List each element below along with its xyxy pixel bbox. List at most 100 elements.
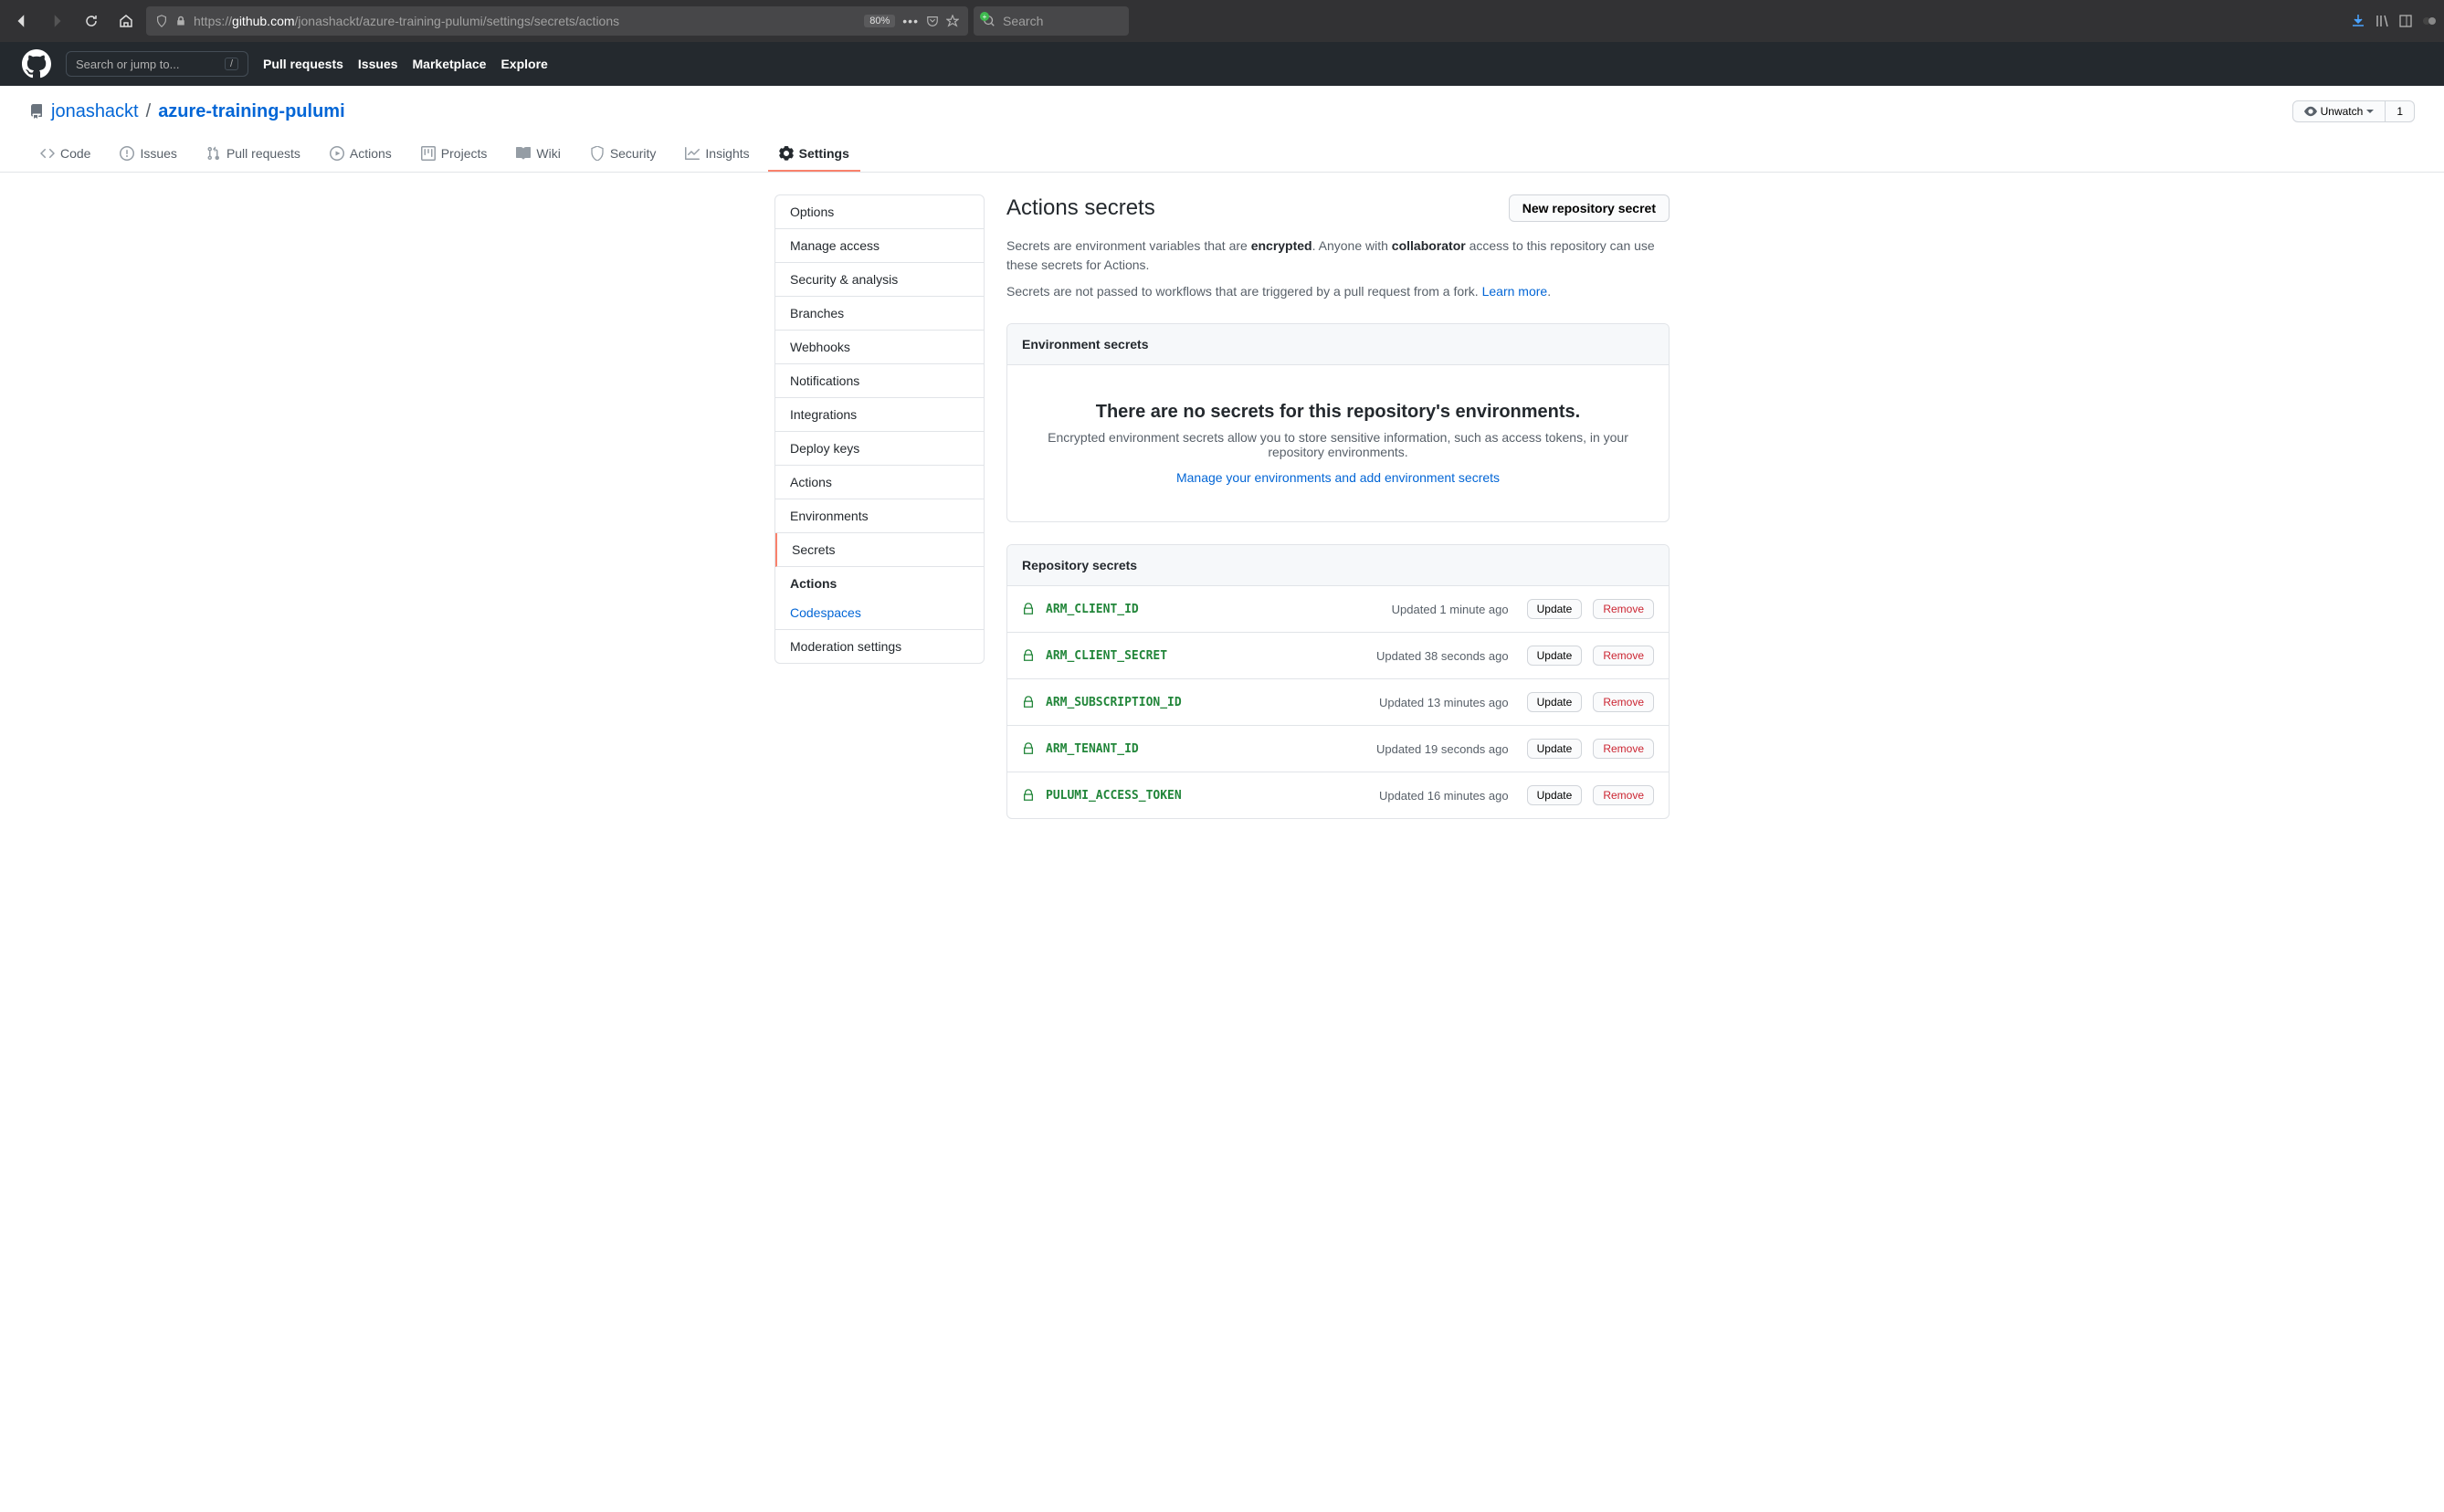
lock-icon [1022,789,1035,802]
browser-search[interactable]: + Search [974,6,1129,36]
learn-more-link[interactable]: Learn more [1482,284,1548,299]
repository-secrets-box: Repository secrets ARM_CLIENT_ID Updated… [1006,544,1670,819]
extension-icon[interactable] [2422,14,2437,28]
description-1: Secrets are environment variables that a… [1006,236,1670,275]
sidebar-icon[interactable] [2398,14,2413,28]
tab-code[interactable]: Code [29,137,101,172]
repo-title: jonashackt / azure-training-pulumi [29,101,345,122]
reload-button[interactable] [77,6,106,36]
sidebar-item-codespaces[interactable]: Codespaces [775,600,984,629]
sidebar-item-manage-access[interactable]: Manage access [775,229,984,263]
sidebar-item-integrations[interactable]: Integrations [775,398,984,432]
secret-row: ARM_CLIENT_ID Updated 1 minute ago Updat… [1007,586,1669,633]
nav-issues[interactable]: Issues [358,57,398,71]
separator: / [146,101,152,122]
sidebar-item-moderation[interactable]: Moderation settings [775,630,984,663]
remove-button[interactable]: Remove [1593,646,1654,666]
github-logo[interactable] [22,49,51,79]
update-button[interactable]: Update [1527,739,1583,759]
tab-security[interactable]: Security [579,137,668,172]
nav-pull-requests[interactable]: Pull requests [263,57,343,71]
sidebar-item-branches[interactable]: Branches [775,297,984,331]
secret-name: ARM_SUBSCRIPTION_ID [1046,696,1368,709]
search-icon: + [983,15,996,27]
pocket-icon[interactable] [926,15,939,27]
secret-row: ARM_SUBSCRIPTION_ID Updated 13 minutes a… [1007,679,1669,726]
repo-owner-link[interactable]: jonashackt [51,101,139,122]
manage-environments-link[interactable]: Manage your environments and add environ… [1176,470,1500,485]
back-button[interactable] [7,6,37,36]
secret-updated: Updated 13 minutes ago [1379,696,1509,709]
lock-icon [1022,742,1035,755]
bookmark-icon[interactable] [946,15,959,27]
nav-marketplace[interactable]: Marketplace [413,57,487,71]
sidebar-item-deploy-keys[interactable]: Deploy keys [775,432,984,466]
nav-explore[interactable]: Explore [500,57,547,71]
tab-actions[interactable]: Actions [319,137,403,172]
tab-insights[interactable]: Insights [674,137,760,172]
sidebar-item-secrets[interactable]: Secrets [775,533,984,567]
secret-name: ARM_TENANT_ID [1046,742,1365,756]
lock-icon [1022,649,1035,662]
tab-wiki[interactable]: Wiki [505,137,571,172]
github-nav: Pull requests Issues Marketplace Explore [263,57,548,71]
url-bar[interactable]: https://github.com/jonashackt/azure-trai… [146,6,968,36]
sidebar-item-security-analysis[interactable]: Security & analysis [775,263,984,297]
tab-issues[interactable]: Issues [109,137,187,172]
repo-tabs: Code Issues Pull requests Actions Projec… [0,137,2444,173]
sidebar-item-notifications[interactable]: Notifications [775,364,984,398]
content-area: Actions secrets New repository secret Se… [1006,194,1670,819]
secret-row: ARM_CLIENT_SECRET Updated 38 seconds ago… [1007,633,1669,679]
secret-name: ARM_CLIENT_SECRET [1046,649,1365,663]
env-empty-title: There are no secrets for this repository… [1029,402,1647,423]
more-icon[interactable]: ••• [902,14,919,28]
description-2: Secrets are not passed to workflows that… [1006,282,1670,301]
remove-button[interactable]: Remove [1593,599,1654,619]
update-button[interactable]: Update [1527,692,1583,712]
zoom-badge[interactable]: 80% [864,15,895,27]
repo-header: jonashackt / azure-training-pulumi Unwat… [0,86,2444,122]
sidebar-item-options[interactable]: Options [775,195,984,229]
update-button[interactable]: Update [1527,599,1583,619]
remove-button[interactable]: Remove [1593,692,1654,712]
secret-row: PULUMI_ACCESS_TOKEN Updated 16 minutes a… [1007,772,1669,818]
repo-icon [29,104,44,119]
remove-button[interactable]: Remove [1593,785,1654,805]
environment-secrets-box: Environment secrets There are no secrets… [1006,323,1670,522]
remove-button[interactable]: Remove [1593,739,1654,759]
sidebar-item-webhooks[interactable]: Webhooks [775,331,984,364]
main-content: Options Manage access Security & analysi… [760,194,1684,819]
update-button[interactable]: Update [1527,785,1583,805]
new-secret-button[interactable]: New repository secret [1509,194,1670,222]
home-button[interactable] [111,6,141,36]
watch-count[interactable]: 1 [2386,100,2415,122]
lock-icon [1022,603,1035,615]
secret-updated: Updated 16 minutes ago [1379,789,1509,803]
tab-projects[interactable]: Projects [410,137,499,172]
repo-name-link[interactable]: azure-training-pulumi [158,101,344,122]
update-button[interactable]: Update [1527,646,1583,666]
env-empty-desc: Encrypted environment secrets allow you … [1029,430,1647,459]
secret-updated: Updated 1 minute ago [1392,603,1509,616]
sidebar-item-actions[interactable]: Actions [775,466,984,499]
tab-settings[interactable]: Settings [768,137,860,172]
settings-sidebar: Options Manage access Security & analysi… [774,194,985,819]
github-header: Search or jump to... / Pull requests Iss… [0,42,2444,86]
github-search[interactable]: Search or jump to... / [66,51,248,77]
lock-icon [1022,696,1035,709]
browser-chrome: https://github.com/jonashackt/azure-trai… [0,0,2444,42]
search-placeholder: Search [1003,14,1043,28]
download-icon[interactable] [2351,14,2365,28]
chevron-down-icon [2366,108,2374,115]
tab-pull-requests[interactable]: Pull requests [195,137,311,172]
unwatch-button[interactable]: Unwatch [2292,100,2386,122]
library-icon[interactable] [2375,14,2389,28]
sidebar-item-environments[interactable]: Environments [775,499,984,533]
search-placeholder: Search or jump to... [76,58,179,71]
forward-button[interactable] [42,6,71,36]
repo-secrets-header: Repository secrets [1007,545,1669,586]
secret-updated: Updated 38 seconds ago [1376,649,1509,663]
slash-hint: / [225,58,238,70]
lock-icon [175,16,186,26]
page-title: Actions secrets [1006,195,1155,221]
